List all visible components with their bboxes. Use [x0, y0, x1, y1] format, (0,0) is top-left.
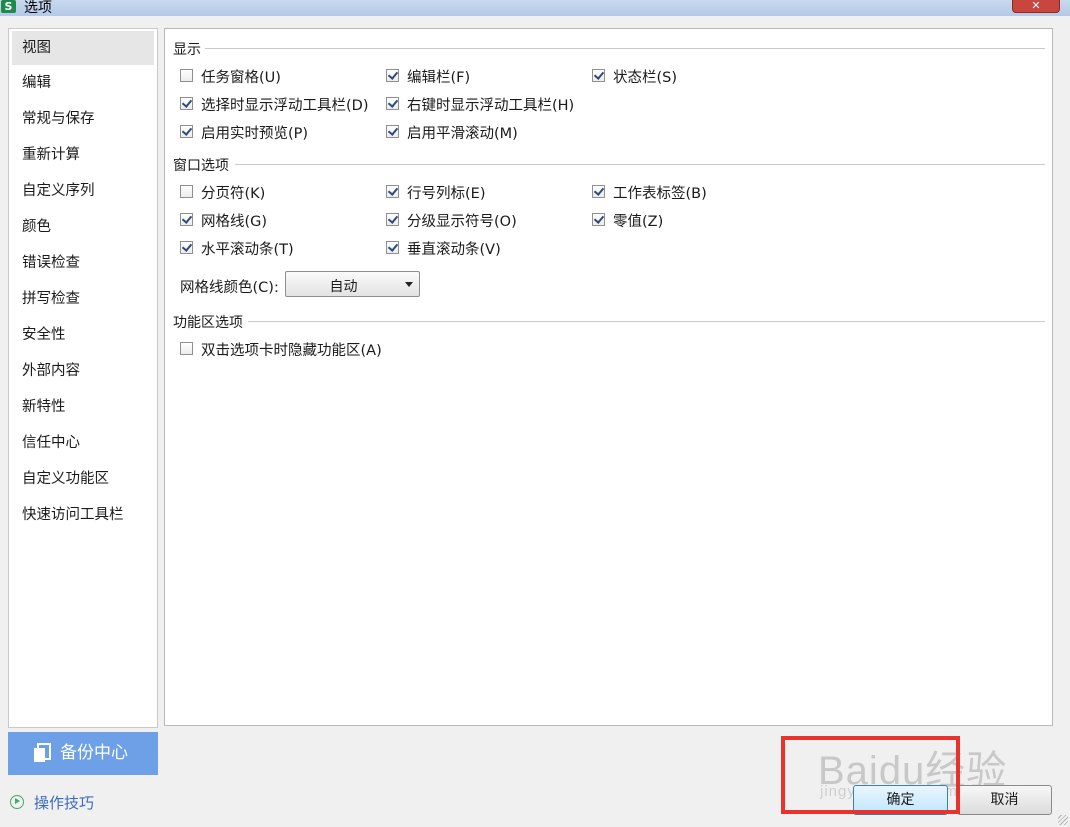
sidebar-item-view[interactable]: 视图 [12, 31, 154, 65]
cancel-button[interactable]: 取消 [957, 785, 1052, 815]
sidebar-item-error-check[interactable]: 错误检查 [9, 245, 157, 281]
checkbox-box[interactable] [180, 97, 193, 110]
checkbox-label: 水平滚动条(T) [201, 242, 294, 258]
checkbox-box[interactable] [180, 213, 193, 226]
sidebar-item-general-save[interactable]: 常规与保存 [9, 101, 157, 137]
checkbox-box[interactable] [180, 125, 193, 138]
checkbox-box[interactable] [180, 241, 193, 254]
checkbox-box[interactable] [180, 342, 193, 355]
sidebar-item-security[interactable]: 安全性 [9, 317, 157, 353]
sidebar: 视图 编辑 常规与保存 重新计算 自定义序列 颜色 错误检查 拼写检查 安全性 … [8, 28, 158, 728]
backup-center-label: 备份中心 [60, 743, 128, 763]
backup-center-button[interactable]: 备份中心 [8, 732, 158, 775]
app-icon: S [1, 0, 16, 13]
checkbox-label: 右键时显示浮动工具栏(H) [407, 98, 575, 114]
checkbox-label: 网格线(G) [201, 214, 268, 230]
checkbox-label: 零值(Z) [613, 214, 664, 230]
checkbox-label: 行号列标(E) [407, 186, 486, 202]
sidebar-item-color[interactable]: 颜色 [9, 209, 157, 245]
gridline-color-dropdown[interactable]: 自动 [285, 271, 420, 297]
checkbox-box[interactable] [592, 185, 605, 198]
checkbox-box[interactable] [592, 69, 605, 82]
sidebar-item-trust-center[interactable]: 信任中心 [9, 425, 157, 461]
dropdown-value: 自动 [329, 279, 358, 295]
checkbox-label: 编辑栏(F) [407, 70, 471, 86]
checkbox-box[interactable] [386, 69, 399, 82]
checkbox-box[interactable] [386, 185, 399, 198]
checkbox-label: 垂直滚动条(V) [407, 242, 501, 258]
tips-label: 操作技巧 [34, 794, 95, 812]
checkbox-label: 双击选项卡时隐藏功能区(A) [201, 343, 382, 359]
sidebar-item-recalculate[interactable]: 重新计算 [9, 137, 157, 173]
section-display-heading: 显示 [173, 42, 201, 58]
title-bar: S 选项 ✕ [0, 0, 1070, 16]
sidebar-item-edit[interactable]: 编辑 [9, 65, 157, 101]
dropdown-arrow-icon [405, 282, 413, 287]
sidebar-item-external-content[interactable]: 外部内容 [9, 353, 157, 389]
gridline-color-label: 网格线颜色(C): [180, 280, 279, 296]
sidebar-item-spell-check[interactable]: 拼写检查 [9, 281, 157, 317]
checkbox-box[interactable] [180, 185, 193, 198]
backup-icon [34, 743, 51, 762]
checkbox-box[interactable] [386, 125, 399, 138]
checkbox-label: 工作表标签(B) [613, 186, 707, 202]
checkbox-label: 状态栏(S) [613, 70, 678, 86]
checkbox-label: 分级显示符号(O) [407, 214, 517, 230]
section-window-heading: 窗口选项 [173, 158, 229, 174]
resize-grip[interactable] [1058, 815, 1068, 825]
checkbox-box[interactable] [386, 97, 399, 110]
checkbox-label: 启用平滑滚动(M) [407, 126, 518, 142]
divider [248, 321, 1045, 322]
checkbox-box[interactable] [386, 241, 399, 254]
checkbox-box[interactable] [592, 213, 605, 226]
sidebar-item-customize-ribbon[interactable]: 自定义功能区 [9, 461, 157, 497]
sidebar-item-custom-list[interactable]: 自定义序列 [9, 173, 157, 209]
sidebar-item-new-features[interactable]: 新特性 [9, 389, 157, 425]
divider [205, 48, 1045, 49]
close-button[interactable]: ✕ [1012, 0, 1060, 13]
sidebar-item-quick-access-toolbar[interactable]: 快速访问工具栏 [9, 497, 157, 533]
play-circle-icon [10, 795, 24, 809]
checkbox-label: 任务窗格(U) [201, 70, 281, 86]
checkbox-label: 分页符(K) [201, 186, 266, 202]
checkbox-label: 启用实时预览(P) [201, 126, 309, 142]
checkbox-label: 选择时显示浮动工具栏(D) [201, 98, 369, 114]
window-title: 选项 [24, 0, 52, 16]
options-panel: 显示 任务窗格(U) 编辑栏(F) 状态栏(S) 选择时显示浮动工具栏(D) 右… [164, 28, 1053, 726]
highlight-box [781, 736, 960, 814]
checkbox-box[interactable] [386, 213, 399, 226]
section-ribbon-heading: 功能区选项 [173, 315, 243, 331]
divider [235, 164, 1045, 165]
checkbox-box[interactable] [180, 69, 193, 82]
